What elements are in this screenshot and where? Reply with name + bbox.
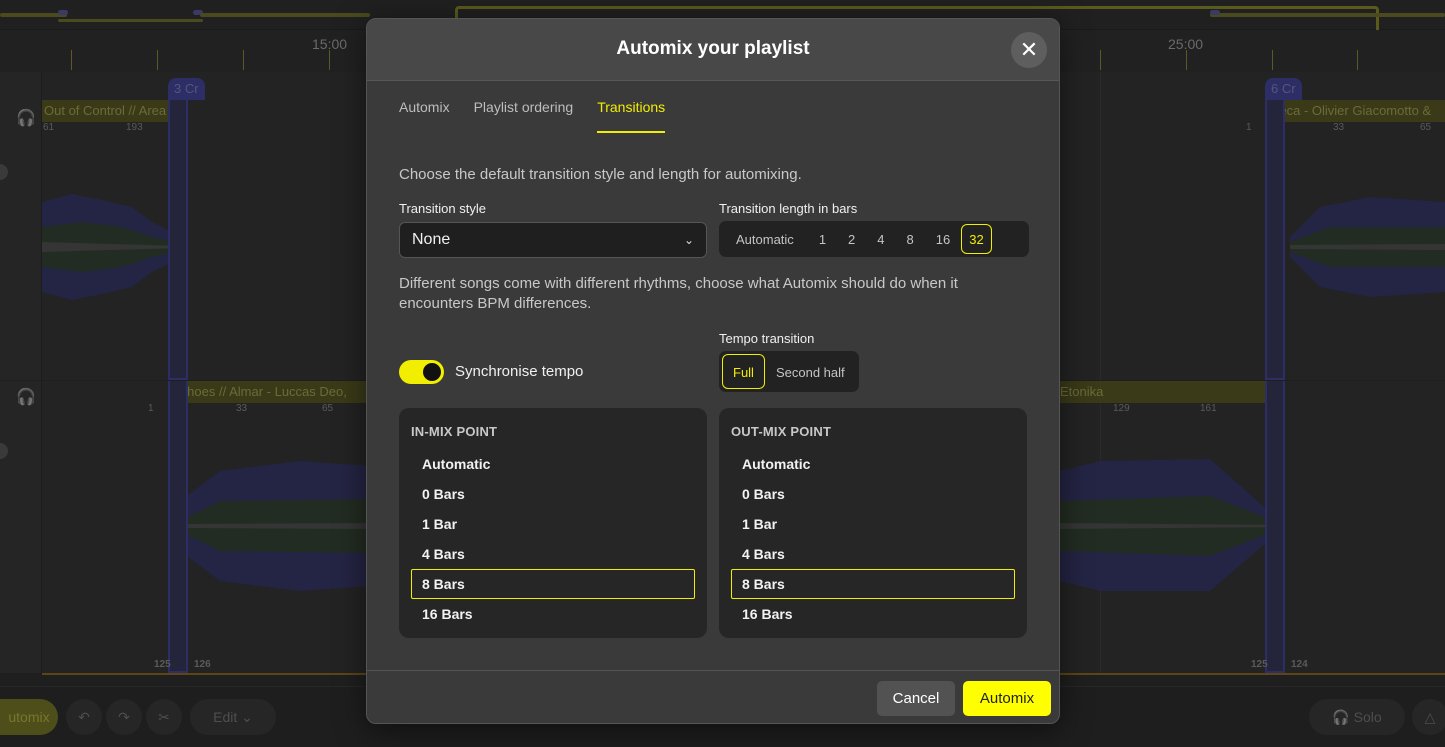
length-option-8[interactable]: 8 [896,224,925,254]
transition-style-value: None [412,231,451,248]
length-option-1[interactable]: 1 [808,224,837,254]
automix-confirm-button[interactable]: Automix [963,681,1051,716]
out-mix-option[interactable]: 4 Bars [731,539,1015,569]
dialog-header: Automix your playlist ✕ [367,19,1059,81]
out-mix-option-selected[interactable]: 8 Bars [731,569,1015,599]
length-option-16[interactable]: 16 [925,224,961,254]
tempo-transition-label: Tempo transition [719,331,815,346]
intro-text: Choose the default transition style and … [399,166,802,183]
close-button[interactable]: ✕ [1011,32,1047,68]
toggle-knob [423,363,441,381]
in-mix-option[interactable]: 16 Bars [411,599,695,629]
synchronise-tempo-toggle[interactable] [399,360,444,384]
in-mix-option[interactable]: 0 Bars [411,479,695,509]
tempo-option-full[interactable]: Full [722,354,765,389]
transition-style-select[interactable]: None ⌄ [399,222,707,258]
out-mix-options: Automatic 0 Bars 1 Bar 4 Bars 8 Bars 16 … [731,449,1015,629]
length-option-32[interactable]: 32 [961,224,992,254]
dialog-footer: Cancel Automix [367,670,1059,723]
tab-playlist-ordering[interactable]: Playlist ordering [474,97,574,133]
in-mix-option-selected[interactable]: 8 Bars [411,569,695,599]
out-mix-option[interactable]: 16 Bars [731,599,1015,629]
tempo-transition-segmented: Full Second half [719,351,859,392]
transition-length-label: Transition length in bars [719,201,858,216]
tab-transitions[interactable]: Transitions [597,97,666,133]
in-mix-option[interactable]: 1 Bar [411,509,695,539]
out-mix-point-panel: OUT-MIX POINT Automatic 0 Bars 1 Bar 4 B… [719,408,1027,638]
synchronise-tempo-label: Synchronise tempo [455,363,584,380]
automix-dialog: Automix your playlist ✕ Automix Playlist… [366,18,1060,724]
app-root: 15:00 25:00 🎧 3 Cr 6 Cr Out of Control /… [0,0,1445,747]
out-mix-title: OUT-MIX POINT [731,424,832,439]
length-option-4[interactable]: 4 [866,224,895,254]
tempo-option-second-half[interactable]: Second half [765,354,856,389]
cancel-button[interactable]: Cancel [877,681,955,716]
transition-length-segmented: Automatic 1 2 4 8 16 32 [719,221,1029,257]
close-icon: ✕ [1019,37,1039,62]
in-mix-point-panel: IN-MIX POINT Automatic 0 Bars 1 Bar 4 Ba… [399,408,707,638]
transition-style-label: Transition style [399,201,486,216]
in-mix-option[interactable]: Automatic [411,449,695,479]
out-mix-option[interactable]: Automatic [731,449,1015,479]
dialog-tabs: Automix Playlist ordering Transitions [399,97,666,133]
chevron-down-icon: ⌄ [683,233,694,247]
bpm-description: Different songs come with different rhyt… [399,275,958,312]
out-mix-option[interactable]: 1 Bar [731,509,1015,539]
in-mix-title: IN-MIX POINT [411,424,498,439]
length-option-2[interactable]: 2 [837,224,866,254]
tab-automix[interactable]: Automix [399,97,450,133]
length-option-automatic[interactable]: Automatic [722,224,808,254]
in-mix-options: Automatic 0 Bars 1 Bar 4 Bars 8 Bars 16 … [411,449,695,629]
dialog-title: Automix your playlist [616,38,810,59]
in-mix-option[interactable]: 4 Bars [411,539,695,569]
out-mix-option[interactable]: 0 Bars [731,479,1015,509]
